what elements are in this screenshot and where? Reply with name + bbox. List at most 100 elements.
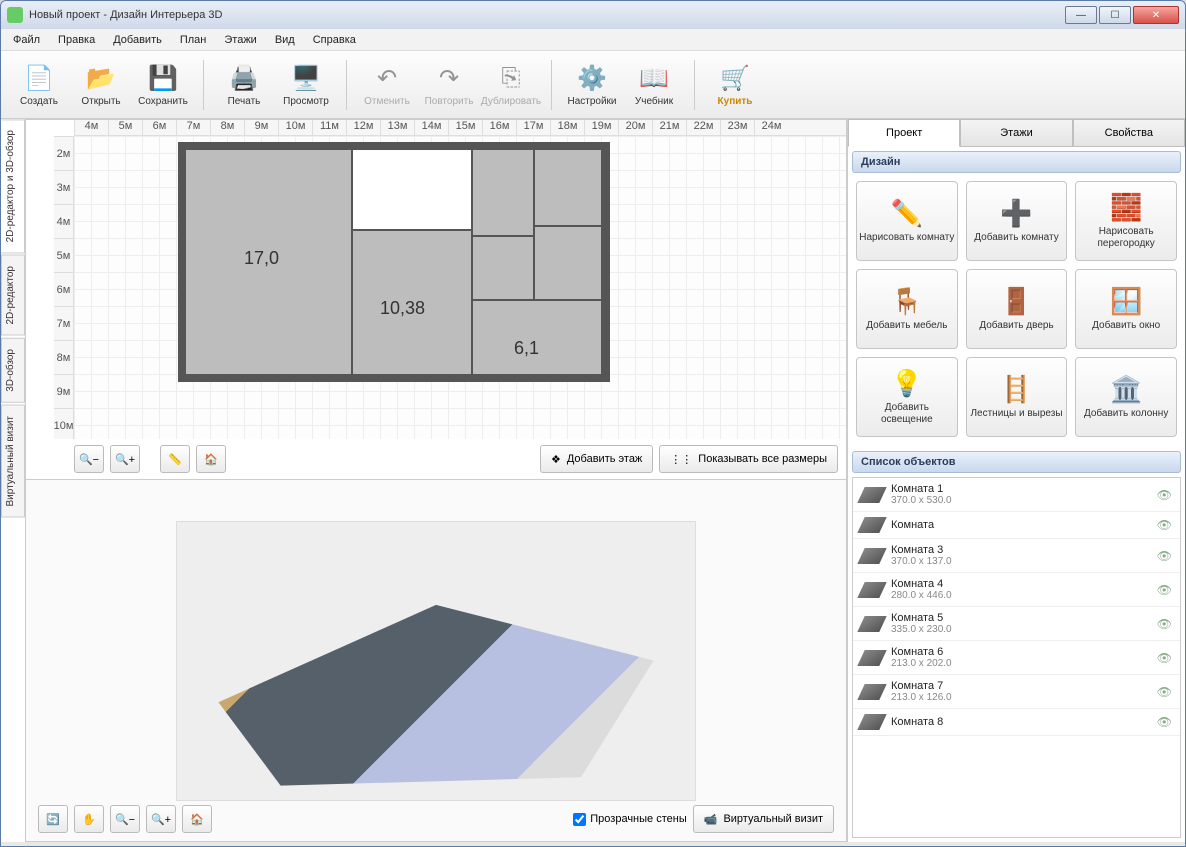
door-icon: 🚪: [1000, 286, 1032, 317]
zoom-in-button[interactable]: 🔍+: [110, 445, 140, 473]
eye-icon[interactable]: 👁: [1157, 583, 1172, 597]
eye-icon[interactable]: 👁: [1157, 518, 1172, 532]
box-icon: [857, 684, 886, 700]
tab-2d-3d[interactable]: 2D-редактор и 3D-обзор: [1, 119, 25, 253]
object-dimensions: 213.0 x 202.0: [891, 658, 1149, 669]
tab-3d-view[interactable]: 3D-обзор: [1, 338, 25, 403]
ruler-horizontal: 4м5м6м7м8м9м10м11м12м13м14м15м16м17м18м1…: [74, 120, 846, 136]
create-button[interactable]: 📄Создать: [9, 59, 69, 110]
preview-button[interactable]: 🖥️Просмотр: [276, 59, 336, 110]
menu-edit[interactable]: Правка: [50, 32, 103, 48]
zoom-in-icon: 🔍+: [115, 453, 135, 466]
draw-partition-button[interactable]: 🧱Нарисовать перегородку: [1075, 181, 1177, 261]
2d-canvas[interactable]: 17,0 10,38 6,1: [74, 136, 846, 439]
ruler-icon: 📏: [168, 453, 182, 466]
add-light-button[interactable]: 💡Добавить освещение: [856, 357, 958, 437]
add-door-button[interactable]: 🚪Добавить дверь: [966, 269, 1068, 349]
object-row[interactable]: Комната 4280.0 x 446.0👁: [853, 573, 1180, 607]
eye-icon[interactable]: 👁: [1157, 617, 1172, 631]
pan-button[interactable]: ✋: [74, 805, 104, 833]
home-button[interactable]: 🏠: [196, 445, 226, 473]
add-furniture-button[interactable]: 🪑Добавить мебель: [856, 269, 958, 349]
object-list-items[interactable]: Комната 1370.0 x 530.0👁Комната👁Комната 3…: [852, 477, 1181, 838]
3d-model-view[interactable]: [176, 521, 696, 801]
eye-icon[interactable]: 👁: [1157, 651, 1172, 665]
box-icon: [857, 582, 886, 598]
3d-pane[interactable]: 🔄 ✋ 🔍− 🔍+ 🏠 Прозрачные стены 📹Виртуальны…: [26, 480, 846, 841]
menu-help[interactable]: Справка: [305, 32, 364, 48]
object-row[interactable]: Комната 7213.0 x 126.0👁: [853, 675, 1180, 709]
room-label-2: 10,38: [380, 298, 425, 319]
disk-icon: 💾: [147, 62, 179, 94]
app-window: Новый проект - Дизайн Интерьера 3D — ☐ ✕…: [0, 0, 1186, 847]
undo-button[interactable]: ↶Отменить: [357, 59, 417, 110]
printer-icon: 🖨️: [228, 62, 260, 94]
rotate-360-button[interactable]: 🔄: [38, 805, 68, 833]
eye-icon[interactable]: 👁: [1157, 715, 1172, 729]
objects-section-header: Список объектов: [852, 451, 1181, 473]
virtual-visit-button[interactable]: 📹Виртуальный визит: [693, 805, 834, 833]
object-name: Комната 4: [891, 578, 1149, 590]
book-icon: 📖: [638, 62, 670, 94]
object-row[interactable]: Комната 3370.0 x 137.0👁: [853, 539, 1180, 573]
menu-floors[interactable]: Этажи: [216, 32, 264, 48]
menu-view[interactable]: Вид: [267, 32, 303, 48]
manual-button[interactable]: 📖Учебник: [624, 59, 684, 110]
home-3d-button[interactable]: 🏠: [182, 805, 212, 833]
object-row[interactable]: Комната 1370.0 x 530.0👁: [853, 478, 1180, 512]
transparent-walls-checkbox[interactable]: Прозрачные стены: [573, 813, 686, 826]
menu-add[interactable]: Добавить: [105, 32, 170, 48]
object-row[interactable]: Комната 5335.0 x 230.0👁: [853, 607, 1180, 641]
eye-icon[interactable]: 👁: [1157, 685, 1172, 699]
redo-icon: ↷: [433, 62, 465, 94]
zoom-out-3d-button[interactable]: 🔍−: [110, 805, 140, 833]
close-button[interactable]: ✕: [1133, 6, 1179, 24]
rotate-icon: 🔄: [46, 813, 60, 826]
tab-properties[interactable]: Свойства: [1073, 119, 1185, 147]
menu-file[interactable]: Файл: [5, 32, 48, 48]
tab-floors[interactable]: Этажи: [960, 119, 1072, 147]
side-tabs: 2D-редактор и 3D-обзор 2D-редактор 3D-об…: [1, 119, 25, 842]
print-button[interactable]: 🖨️Печать: [214, 59, 274, 110]
tab-virtual-visit[interactable]: Виртуальный визит: [1, 405, 25, 518]
add-floor-button[interactable]: ❖Добавить этаж: [540, 445, 653, 473]
add-column-button[interactable]: 🏛️Добавить колонну: [1075, 357, 1177, 437]
box-icon: [857, 616, 886, 632]
maximize-button[interactable]: ☐: [1099, 6, 1131, 24]
add-window-button[interactable]: 🪟Добавить окно: [1075, 269, 1177, 349]
object-dimensions: 370.0 x 530.0: [891, 495, 1149, 506]
floor-plan[interactable]: 17,0 10,38 6,1: [184, 148, 608, 408]
stairs-button[interactable]: 🪜Лестницы и вырезы: [966, 357, 1068, 437]
measure-button[interactable]: 📏: [160, 445, 190, 473]
eye-icon[interactable]: 👁: [1157, 488, 1172, 502]
object-row[interactable]: Комната👁: [853, 512, 1180, 539]
tab-project[interactable]: Проект: [848, 119, 960, 147]
eye-icon[interactable]: 👁: [1157, 549, 1172, 563]
buy-button[interactable]: 🛒Купить: [705, 59, 765, 110]
zoom-in-3d-button[interactable]: 🔍+: [146, 805, 176, 833]
room-label-1: 17,0: [244, 248, 279, 269]
add-room-button[interactable]: ➕Добавить комнату: [966, 181, 1068, 261]
tab-2d-editor[interactable]: 2D-редактор: [1, 255, 25, 336]
object-row[interactable]: Комната 6213.0 x 202.0👁: [853, 641, 1180, 675]
design-tools-grid: ✏️Нарисовать комнату ➕Добавить комнату 🧱…: [848, 177, 1185, 447]
minimize-button[interactable]: —: [1065, 6, 1097, 24]
draw-room-button[interactable]: ✏️Нарисовать комнату: [856, 181, 958, 261]
object-row[interactable]: Комната 8 👁: [853, 709, 1180, 736]
design-section-header: Дизайн: [852, 151, 1181, 173]
statusbar: [1, 842, 1185, 846]
box-icon: [857, 517, 886, 533]
box-icon: [857, 548, 886, 564]
object-name: Комната 8: [891, 716, 1149, 728]
object-dimensions: 370.0 x 137.0: [891, 556, 1149, 567]
open-button[interactable]: 📂Открыть: [71, 59, 131, 110]
home-icon: 🏠: [204, 453, 218, 466]
zoom-out-button[interactable]: 🔍−: [74, 445, 104, 473]
save-button[interactable]: 💾Сохранить: [133, 59, 193, 110]
redo-button[interactable]: ↷Повторить: [419, 59, 479, 110]
duplicate-button[interactable]: ⎘Дублировать: [481, 59, 541, 110]
menu-plan[interactable]: План: [172, 32, 215, 48]
2d-pane[interactable]: 4м5м6м7м8м9м10м11м12м13м14м15м16м17м18м1…: [26, 120, 846, 480]
settings-button[interactable]: ⚙️Настройки: [562, 59, 622, 110]
show-dimensions-button[interactable]: ⋮⋮Показывать все размеры: [659, 445, 838, 473]
